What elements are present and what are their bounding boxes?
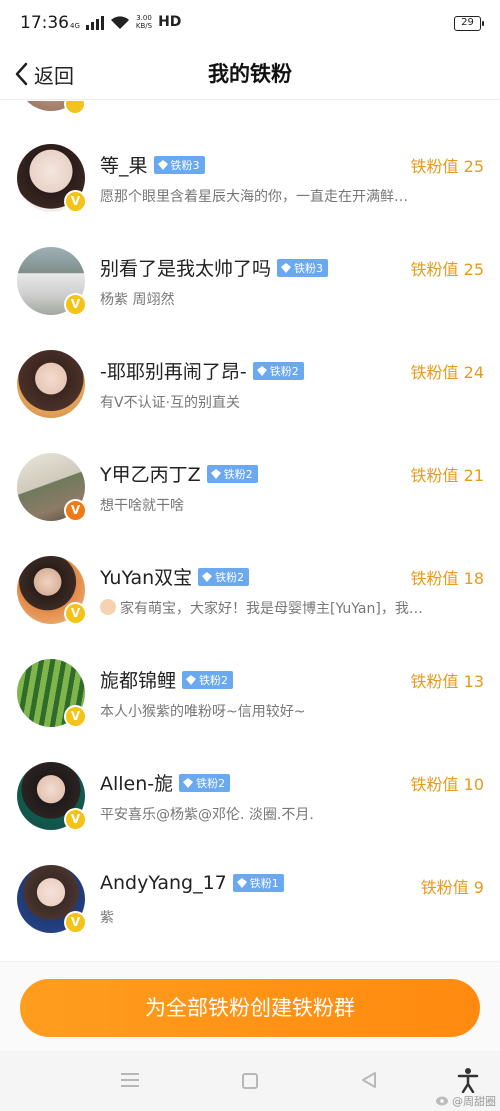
diamond-icon: [210, 468, 221, 479]
fan-name[interactable]: 等_果: [100, 151, 148, 178]
fan-row[interactable]: V YuYan双宝 铁粉2 铁粉值 18 家有萌宝，大家好！我是母婴博主[YuY…: [0, 556, 500, 659]
fan-level-label: 铁粉1: [249, 877, 279, 890]
verified-badge-icon: V: [64, 499, 87, 522]
fan-name[interactable]: -耶耶别再闹了昂-: [100, 357, 247, 384]
fan-description-text: 家有萌宝，大家好！我是母婴博主[YuYan]，我…: [120, 601, 423, 617]
fan-score: 铁粉值 25: [410, 157, 484, 176]
status-icons: 4G 3.00 KB/S HD: [70, 14, 181, 30]
verified-badge-icon: [64, 101, 86, 115]
verified-badge-icon: V: [64, 293, 87, 316]
fan-level-tag: 铁粉2: [179, 773, 231, 792]
diamond-icon: [202, 571, 213, 582]
network-speed-unit: KB/S: [135, 22, 153, 30]
fan-level-tag: 铁粉2: [252, 361, 304, 380]
verified-badge-icon: V: [64, 190, 87, 213]
diamond-icon: [236, 878, 247, 888]
fan-score: 铁粉值 18: [410, 569, 484, 588]
home-icon[interactable]: [242, 1073, 258, 1089]
fan-level-tag: 铁粉2: [182, 670, 234, 689]
diamond-icon: [256, 365, 267, 376]
fan-level-label: 铁粉3: [294, 261, 324, 275]
baby-emoji-icon: [100, 599, 116, 615]
fan-level-tag: 铁粉3: [277, 258, 329, 277]
fan-description: 紫: [100, 910, 114, 926]
fan-name[interactable]: AndyYang_17: [100, 872, 227, 894]
hd-label: HD: [158, 14, 182, 30]
fan-level-label: 铁粉3: [170, 158, 200, 172]
fan-level-label: 铁粉2: [196, 776, 226, 790]
diamond-icon: [281, 262, 292, 273]
verified-badge-icon: V: [64, 602, 87, 625]
fan-score: 铁粉值 24: [410, 363, 484, 382]
fan-list[interactable]: V 等_果 铁粉3 铁粉值 25 愿那个眼里含着星辰大海的你，一直走在开满鲜… …: [0, 101, 500, 961]
network-type-label: 4G: [70, 22, 80, 30]
fan-name[interactable]: 旎都锦鲤: [100, 666, 176, 693]
fan-score: 铁粉值 25: [410, 260, 484, 279]
watermark-text: @周甜圈: [452, 1095, 496, 1108]
fan-name[interactable]: Allen-旎: [100, 769, 173, 796]
fan-level-tag: 铁粉2: [206, 464, 258, 483]
battery-level: 29: [461, 17, 474, 28]
fan-row[interactable]: V 旎都锦鲤 铁粉2 铁粉值 13 本人小猴紫的唯粉呀~信用较好~: [0, 659, 500, 762]
fan-level-label: 铁粉2: [223, 467, 253, 481]
fan-description: 杨紫 周翊然: [100, 292, 175, 308]
fan-score: 铁粉值 10: [410, 775, 484, 794]
system-nav-bar: @周甜圈: [0, 1051, 500, 1111]
network-speed-value: 3.00: [136, 14, 152, 22]
verified-badge-icon: V: [64, 808, 87, 831]
fan-row[interactable]: V Allen-旎 铁粉2 铁粉值 10 平安喜乐@杨紫@邓伦. 淡圈.不月.: [0, 762, 500, 865]
nav-bar: 返回 我的铁粉: [0, 48, 500, 100]
fan-row[interactable]: V AndyYang_17 铁粉1 铁粉值 9 紫: [0, 865, 500, 961]
fan-name[interactable]: Y甲乙丙丁Z: [100, 460, 201, 487]
fan-description: 本人小猴紫的唯粉呀~信用较好~: [100, 704, 306, 720]
verified-badge-icon: V: [64, 705, 87, 728]
fan-level-label: 铁粉2: [199, 673, 229, 687]
back-triangle-icon[interactable]: [360, 1071, 378, 1093]
fan-score: 铁粉值 9: [420, 878, 484, 897]
avatar[interactable]: [17, 350, 85, 418]
network-speed: 3.00 KB/S: [136, 14, 152, 30]
fan-score: 铁粉值 21: [410, 466, 484, 485]
fan-description: 家有萌宝，大家好！我是母婴博主[YuYan]，我…: [100, 598, 470, 618]
fan-description: 有V不认证·互的别直关: [100, 395, 241, 411]
status-bar: 17:36 4G 3.00 KB/S HD 29: [0, 0, 500, 48]
verified-badge-icon: V: [64, 911, 87, 934]
wifi-icon: [110, 15, 130, 30]
menu-icon[interactable]: [121, 1073, 139, 1087]
fan-name[interactable]: 别看了是我太帅了吗: [100, 254, 271, 281]
fan-level-tag: 铁粉3: [153, 155, 205, 174]
fan-row[interactable]: V 别看了是我太帅了吗 铁粉3 铁粉值 25 杨紫 周翊然: [0, 247, 500, 350]
fan-row[interactable]: -耶耶别再闹了昂- 铁粉2 铁粉值 24 有V不认证·互的别直关: [0, 350, 500, 453]
fan-description: 想干啥就干啥: [100, 498, 184, 514]
diamond-icon: [157, 159, 168, 170]
weibo-logo-icon: [436, 1094, 450, 1109]
fan-row[interactable]: V 等_果 铁粉3 铁粉值 25 愿那个眼里含着星辰大海的你，一直走在开满鲜…: [0, 144, 500, 247]
footer-area: 为全部铁粉创建铁粉群: [0, 961, 500, 1051]
create-fan-group-button[interactable]: 为全部铁粉创建铁粉群: [20, 979, 480, 1037]
fan-row[interactable]: V Y甲乙丙丁Z 铁粉2 铁粉值 21 想干啥就干啥: [0, 453, 500, 556]
fan-description: 平安喜乐@杨紫@邓伦. 淡圈.不月.: [100, 807, 314, 823]
fan-level-label: 铁粉2: [269, 364, 299, 378]
battery-icon: 29: [454, 16, 484, 31]
signal-icon: [85, 14, 104, 30]
fan-description: 愿那个眼里含着星辰大海的你，一直走在开满鲜…: [100, 189, 408, 205]
fan-score: 铁粉值 13: [410, 672, 484, 691]
fan-name[interactable]: YuYan双宝: [100, 563, 192, 590]
watermark: @周甜圈: [436, 1093, 496, 1109]
fan-level-label: 铁粉2: [215, 570, 245, 584]
diamond-icon: [186, 674, 197, 685]
status-time: 17:36: [20, 13, 69, 33]
diamond-icon: [183, 777, 194, 788]
fan-level-tag: 铁粉1: [232, 874, 284, 892]
page-title: 我的铁粉: [208, 62, 292, 86]
fan-level-tag: 铁粉2: [198, 567, 250, 586]
